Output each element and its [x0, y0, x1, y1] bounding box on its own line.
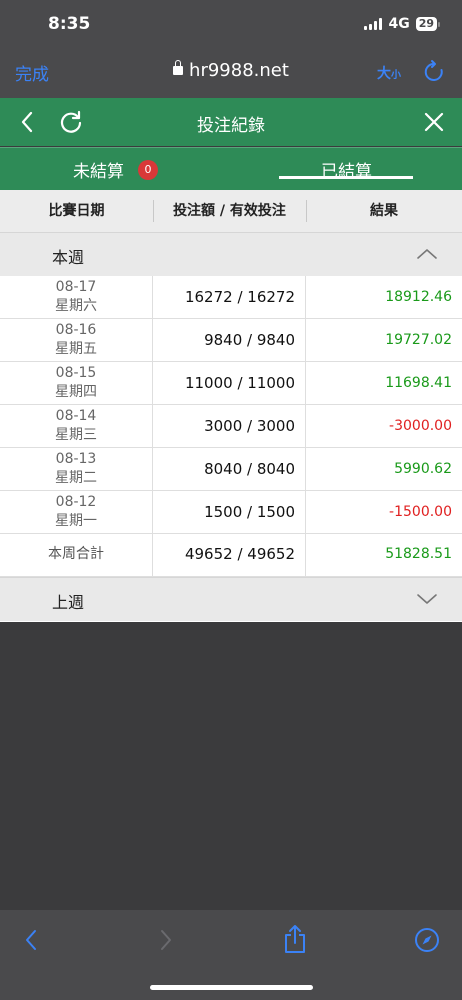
row-date: 08-14 星期三 [0, 405, 153, 448]
row-date: 08-15 星期四 [0, 362, 153, 405]
table-total-row: 本周合計 49652 / 49652 51828.51 [0, 534, 462, 577]
section-last-week[interactable]: 上週 [0, 577, 462, 621]
page-title: 投注紀錄 [197, 116, 265, 136]
compass-icon[interactable] [414, 927, 440, 957]
reload-icon[interactable] [423, 59, 445, 87]
table-row: 08-12 星期一 1500 / 1500 -1500.00 [0, 491, 462, 534]
column-header-result: 結果 [370, 203, 398, 219]
row-bet: 8040 / 8040 [153, 448, 306, 491]
row-date: 08-17 星期六 [0, 276, 153, 319]
network-type: 4G [388, 16, 410, 32]
signal-icon [364, 18, 383, 30]
battery-level: 29 [415, 17, 437, 31]
tab-bar: 未結算 0 已結算 [0, 147, 462, 190]
chevron-up-icon[interactable] [415, 246, 439, 266]
table-row: 08-16 星期五 9840 / 9840 19727.02 [0, 319, 462, 362]
table-row: 08-14 星期三 3000 / 3000 -3000.00 [0, 405, 462, 448]
browser-forward-icon[interactable] [156, 928, 176, 956]
total-bet: 49652 / 49652 [153, 534, 306, 577]
row-bet: 3000 / 3000 [153, 405, 306, 448]
unsettled-count-badge: 0 [138, 159, 158, 180]
tab-unsettled[interactable]: 未結算 0 [0, 148, 231, 191]
row-result: 18912.46 [385, 289, 452, 305]
url-text: hr9988.net [189, 60, 289, 81]
text-size-big: 大 [377, 66, 391, 82]
column-header-date: 比賽日期 [48, 203, 105, 219]
row-date: 08-16 星期五 [0, 319, 153, 362]
table-row: 08-13 星期二 8040 / 8040 5990.62 [0, 448, 462, 491]
row-date: 08-12 星期一 [0, 491, 153, 534]
row-bet: 11000 / 11000 [153, 362, 306, 405]
column-header-bet: 投注額 / 有效投注 [173, 203, 286, 219]
lock-icon [173, 60, 184, 75]
section-this-week-label: 本週 [52, 248, 85, 267]
row-result: -1500.00 [389, 504, 452, 520]
browser-top-bar: 8:35 4G 29 完成 hr9988.net 大小 [0, 0, 462, 98]
tab-settled[interactable]: 已結算 [231, 148, 462, 191]
records-table: 比賽日期 投注額 / 有效投注 結果 本週 08-17 星期六 16272 / 1… [0, 190, 462, 622]
table-row: 08-15 星期四 11000 / 11000 11698.41 [0, 362, 462, 405]
home-indicator [150, 985, 313, 990]
table-row: 08-17 星期六 16272 / 16272 18912.46 [0, 276, 462, 319]
table-header: 比賽日期 投注額 / 有效投注 結果 [0, 190, 462, 232]
row-bet: 16272 / 16272 [153, 276, 306, 319]
row-bet: 1500 / 1500 [153, 491, 306, 534]
row-result: 5990.62 [394, 461, 452, 477]
row-result: -3000.00 [389, 418, 452, 434]
status-indicators: 4G 29 [364, 16, 440, 32]
page-header: 投注紀錄 [0, 98, 462, 146]
row-result: 19727.02 [385, 332, 452, 348]
row-date: 08-13 星期二 [0, 448, 153, 491]
section-last-week-label: 上週 [52, 593, 85, 612]
total-result: 51828.51 [385, 546, 452, 562]
battery-icon: 29 [415, 17, 440, 31]
section-this-week[interactable]: 本週 [0, 232, 462, 276]
browser-back-icon[interactable] [22, 928, 42, 956]
active-tab-indicator [279, 176, 413, 179]
text-size-button[interactable]: 大小 [377, 63, 401, 83]
tab-unsettled-label: 未結算 [73, 162, 124, 182]
status-time: 8:35 [48, 14, 91, 34]
row-bet: 9840 / 9840 [153, 319, 306, 362]
total-label: 本周合計 [0, 534, 153, 577]
row-result: 11698.41 [385, 375, 452, 391]
text-size-small: 小 [391, 70, 401, 81]
share-icon[interactable] [283, 924, 307, 958]
close-icon[interactable] [422, 110, 446, 138]
chevron-down-icon[interactable] [415, 591, 439, 611]
